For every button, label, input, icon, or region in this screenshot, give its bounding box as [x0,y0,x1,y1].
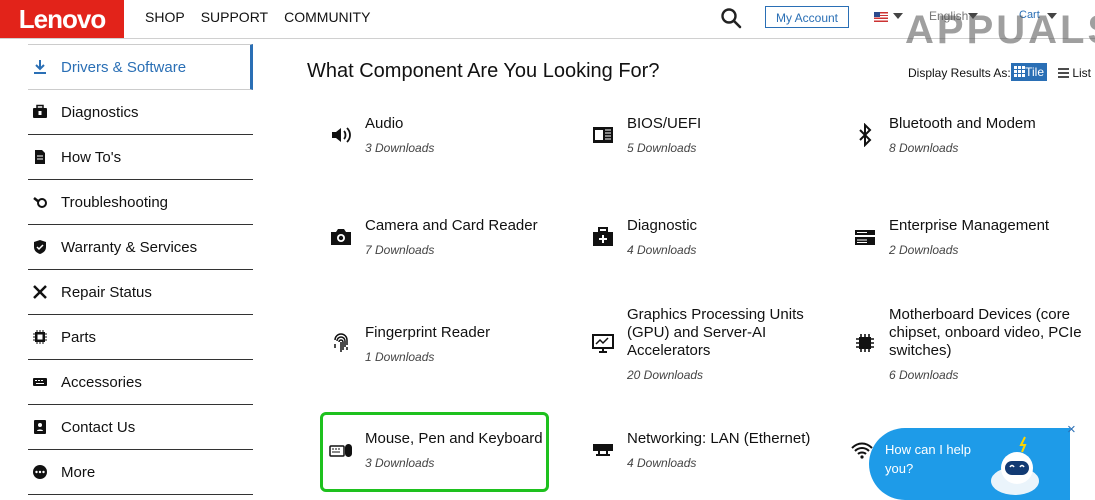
shield-icon [34,240,46,254]
tile-view-label: Tile [1025,65,1044,79]
wrench-gear-icon [33,197,47,208]
list-view-label: List [1072,66,1092,80]
component-title: Diagnostic [627,217,698,234]
component-downloads: 3 Downloads [365,141,435,155]
bios-chip-icon [593,127,613,143]
page-title: What Component Are You Looking For? [307,60,660,82]
server-icon [855,230,875,245]
sidebar-item-label: Contact Us [61,418,136,436]
nav-shop[interactable]: SHOP [145,9,185,25]
list-view-button[interactable]: List [1058,66,1091,80]
component-title: Networking: LAN (Ethernet) [627,430,811,447]
component-title: Graphics Processing Units (GPU) and Serv… [627,306,804,359]
component-downloads: 20 Downloads [627,368,704,382]
my-account-button[interactable]: My Account [765,6,849,28]
selected-tile-highlight [320,412,549,492]
camera-icon [331,229,351,245]
chip-icon [33,330,47,344]
keyboard-icon [33,378,47,386]
component-title: Enterprise Management [889,217,1050,234]
component-downloads: 1 Downloads [365,350,435,364]
sidebar-item-label: How To's [61,148,122,166]
sidebar-item-diagnostics[interactable]: Diagnostics [28,90,253,135]
sidebar: Drivers & Software Diagnostics How To's … [28,44,253,495]
top-bar: Lenovo SHOP SUPPORT COMMUNITY My Account… [0,0,1095,52]
medkit-icon [593,227,613,246]
top-nav: SHOP SUPPORT COMMUNITY [145,0,370,34]
component-downloads: 4 Downloads [627,243,697,257]
component-title: Fingerprint Reader [365,324,491,341]
sidebar-item-parts[interactable]: Parts [28,315,253,360]
sidebar-item-label: More [61,463,96,481]
display-results-label: Display Results As: [908,66,1011,80]
sidebar-item-label: Troubleshooting [61,193,169,211]
fingerprint-icon [334,333,348,352]
speaker-icon [332,127,351,143]
document-icon [35,150,45,164]
sidebar-item-troubleshooting[interactable]: Troubleshooting [28,180,253,225]
toolbox-icon [33,104,47,118]
sidebar-item-label: Parts [61,328,97,346]
component-downloads: 2 Downloads [889,243,959,257]
mouse-keyboard-icon [329,444,352,457]
component-downloads: 7 Downloads [365,243,435,257]
close-icon[interactable]: × [1067,421,1076,438]
component-title: BIOS/UEFI [627,115,702,132]
list-icon [1058,68,1069,78]
component-title: Motherboard Devices (core chipset, onboa… [889,306,1082,359]
sidebar-item-warranty-services[interactable]: Warranty & Services [28,225,253,270]
component-title: Bluetooth and Modem [889,115,1036,132]
nav-community[interactable]: COMMUNITY [284,9,370,25]
component-downloads: 6 Downloads [889,368,959,382]
component-downloads: 5 Downloads [627,141,697,155]
network-switch-icon [593,444,613,456]
sidebar-item-more[interactable]: More [28,450,253,495]
sidebar-item-drivers-software[interactable]: Drivers & Software [28,44,253,90]
sidebar-item-label: Accessories [61,373,142,391]
grid-icon [1014,66,1025,77]
component-title: Audio [365,115,404,132]
component-downloads: 3 Downloads [365,456,435,470]
component-title: Mouse, Pen and Keyboard [365,430,543,447]
tile-view-button[interactable]: Tile [1011,63,1047,81]
download-icon [34,60,46,74]
lenovo-logo[interactable]: Lenovo [0,0,124,38]
tools-icon [33,285,47,299]
sidebar-item-label: Warranty & Services [61,238,198,256]
more-dots-icon [33,465,47,479]
sidebar-item-accessories[interactable]: Accessories [28,360,253,405]
chat-prompt: How can I help you? [885,442,971,476]
cpu-icon [856,334,874,352]
sidebar-item-how-tos[interactable]: How To's [28,135,253,180]
nav-support[interactable]: SUPPORT [201,9,268,25]
us-flag-icon[interactable] [874,12,888,22]
component-downloads: 8 Downloads [889,141,959,155]
sidebar-item-label: Drivers & Software [61,58,187,76]
sidebar-item-label: Diagnostics [61,103,139,121]
component-downloads: 4 Downloads [627,456,697,470]
bluetooth-icon [859,123,872,147]
watermark: APPUALS [905,8,1095,52]
sidebar-item-repair-status[interactable]: Repair Status [28,270,253,315]
contact-card-icon [34,420,46,434]
chatbot-avatar-icon[interactable] [985,435,1045,495]
chevron-down-icon[interactable] [893,13,903,19]
search-icon[interactable] [720,7,742,29]
sidebar-item-contact-us[interactable]: Contact Us [28,405,253,450]
sidebar-item-label: Repair Status [61,283,152,301]
component-title: Camera and Card Reader [365,217,538,234]
monitor-icon [592,334,614,353]
